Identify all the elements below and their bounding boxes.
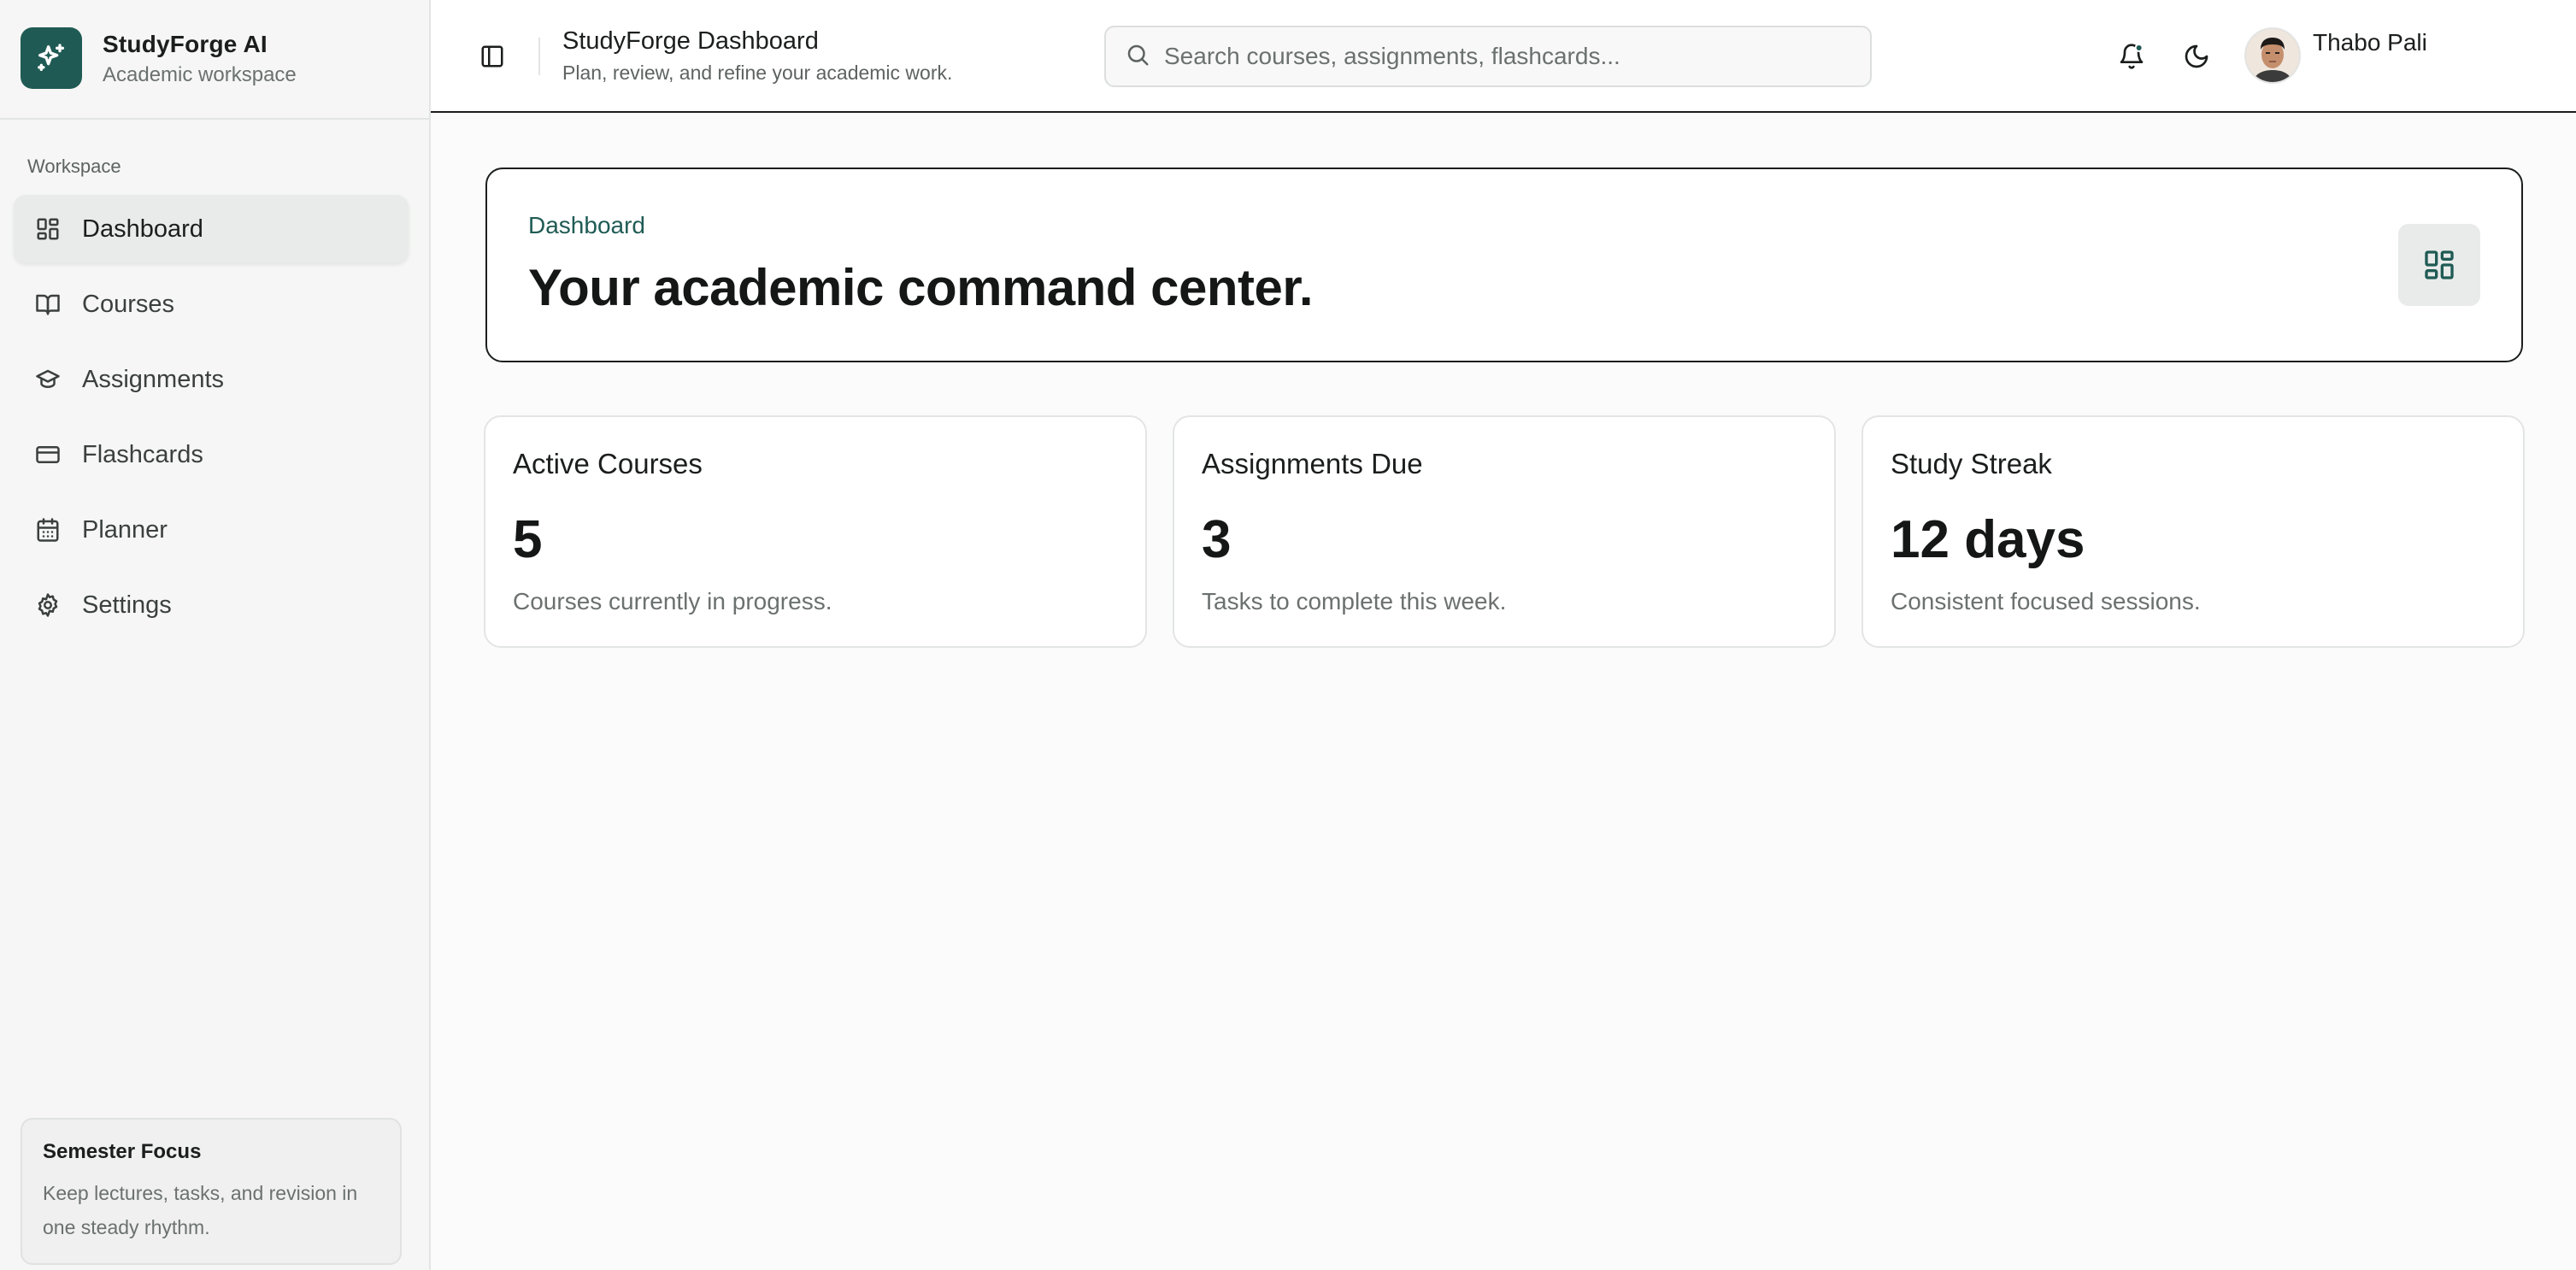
hero-eyebrow: Dashboard: [528, 212, 645, 238]
search-icon: [1125, 42, 1150, 72]
bell-icon: [2120, 44, 2144, 69]
focus-card-title: Semester Focus: [43, 1140, 202, 1163]
brand-name: StudyForge AI: [103, 31, 268, 57]
gear-icon: [34, 591, 62, 619]
sidebar-item-settings[interactable]: Settings: [14, 571, 409, 639]
sparkles-logo-icon[interactable]: [21, 27, 82, 89]
sidebar-item-label: Planner: [82, 515, 168, 544]
sidebar-item-label: Dashboard: [82, 215, 203, 243]
stat-value: 3: [1202, 510, 1232, 569]
sidebar-toggle-button[interactable]: [475, 39, 509, 73]
moon-icon: [2185, 44, 2208, 68]
sidebar-item-assignments[interactable]: Assignments: [14, 345, 409, 414]
sidebar-item-flashcards[interactable]: Flashcards: [14, 420, 409, 489]
stat-description: Tasks to complete this week.: [1202, 588, 1507, 614]
semester-focus-card: Semester Focus Keep lectures, tasks, and…: [21, 1118, 402, 1265]
book-icon: [34, 291, 62, 318]
calendar-icon: [34, 516, 62, 544]
card-icon: [34, 441, 62, 468]
sidebar-item-label: Assignments: [82, 365, 225, 393]
stat-value: 5: [513, 510, 543, 569]
theme-toggle-button[interactable]: [2176, 36, 2217, 77]
sidebar: StudyForge AI Academic workspace Workspa…: [0, 0, 431, 1270]
avatar[interactable]: [2244, 27, 2301, 84]
layout-grid-icon: [34, 215, 62, 243]
stat-card-assignments-due[interactable]: Assignments Due 3 Tasks to complete this…: [1173, 415, 1836, 648]
brand: StudyForge AI Academic workspace: [0, 0, 429, 120]
hero-card: Dashboard Your academic command center.: [485, 168, 2523, 362]
app: StudyForge AI Academic workspace Workspa…: [0, 0, 2576, 1270]
focus-card-text: Keep lectures, tasks, and revision in on…: [43, 1182, 358, 1238]
sidebar-item-courses[interactable]: Courses: [14, 270, 409, 338]
sidebar-item-dashboard[interactable]: Dashboard: [14, 195, 409, 263]
sidebar-item-label: Courses: [82, 290, 174, 318]
search-bar[interactable]: [1104, 26, 1872, 87]
hero-title: Your academic command center.: [528, 259, 1314, 316]
sidebar-section-label: Workspace: [27, 156, 121, 177]
top-header: StudyForge Dashboard Plan, review, and r…: [431, 0, 2576, 113]
header-divider: [538, 38, 540, 75]
brand-subtitle: Academic workspace: [103, 63, 297, 86]
stat-title: Assignments Due: [1202, 448, 1423, 479]
stat-card-study-streak[interactable]: Study Streak 12 days Consistent focused …: [1861, 415, 2525, 648]
notifications-button[interactable]: [2111, 36, 2152, 77]
sidebar-nav: Dashboard Courses Assignments Flashcards…: [14, 195, 409, 646]
stat-card-active-courses[interactable]: Active Courses 5 Courses currently in pr…: [484, 415, 1147, 648]
sidebar-item-label: Settings: [82, 591, 172, 619]
stats-row: Active Courses 5 Courses currently in pr…: [484, 415, 2525, 648]
stat-title: Study Streak: [1891, 448, 2052, 479]
sidebar-item-planner[interactable]: Planner: [14, 496, 409, 564]
layout-grid-icon[interactable]: [2398, 224, 2480, 306]
stat-description: Consistent focused sessions.: [1891, 588, 2201, 614]
page-title: StudyForge Dashboard: [562, 27, 819, 55]
search-input[interactable]: [1164, 43, 1848, 70]
panel-left-icon: [481, 45, 503, 68]
sidebar-item-label: Flashcards: [82, 440, 203, 468]
graduation-cap-icon: [34, 366, 62, 393]
page-subtitle: Plan, review, and refine your academic w…: [562, 62, 953, 84]
stat-value: 12 days: [1891, 510, 2085, 569]
stat-title: Active Courses: [513, 448, 703, 479]
user-name[interactable]: Thabo Pali: [2313, 29, 2427, 56]
stat-description: Courses currently in progress.: [513, 588, 832, 614]
